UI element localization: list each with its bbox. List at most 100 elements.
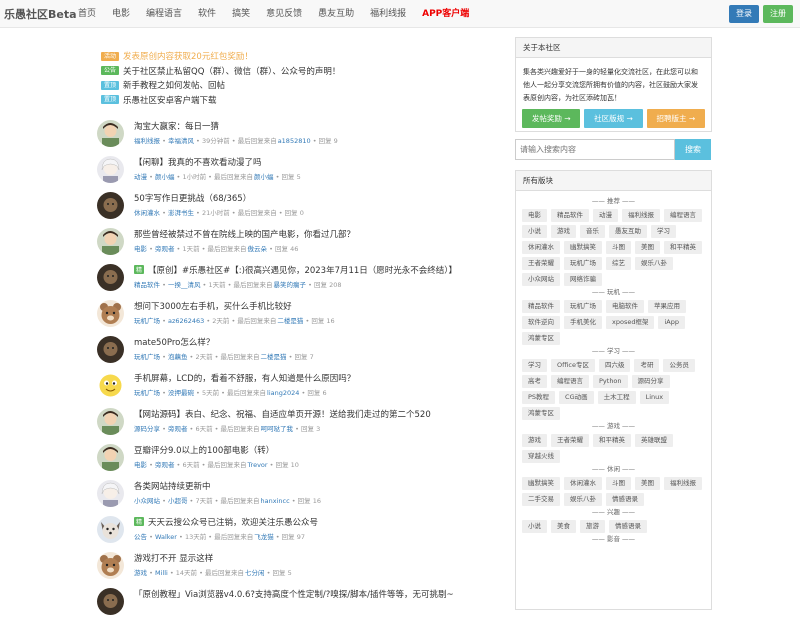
last-reply-user[interactable]: 飞龙猫 [254,533,274,541]
last-reply-user[interactable]: Trevor [248,461,268,469]
last-reply-user[interactable]: liang2024 [267,389,299,397]
user-avatar[interactable] [97,300,124,327]
board-chip[interactable]: 美图 [635,477,660,490]
board-chip[interactable]: 土木工程 [597,391,636,404]
user-avatar[interactable] [97,120,124,147]
last-reply-user[interactable]: 七分闲 [245,569,265,577]
about-button[interactable]: 招聘版主 → [646,109,705,128]
topic-author[interactable]: 一揆__清风 [168,281,201,289]
topic-board[interactable]: 玩机广场 [134,317,160,325]
board-chip[interactable]: 综艺 [606,257,631,270]
nav-link-funny[interactable]: 搞笑 [232,0,250,28]
last-reply-user[interactable]: hanxincc [261,497,290,505]
board-chip[interactable]: 苹果应用 [648,300,686,313]
board-chip[interactable]: 娱乐八卦 [635,257,673,270]
topic-author[interactable]: 小超哥 [168,497,188,505]
board-chip[interactable]: 游戏 [551,225,576,238]
board-chip[interactable]: 考研 [634,359,660,372]
topic-board[interactable]: 电影 [134,461,147,469]
board-chip[interactable]: 源码分享 [631,375,670,388]
board-chip[interactable]: 情感语录 [606,493,644,506]
board-chip[interactable]: 编程语言 [664,209,702,222]
user-avatar[interactable] [97,156,124,183]
register-button[interactable]: 注册 [763,5,793,23]
board-chip[interactable]: 小说 [522,520,547,533]
search-button[interactable]: 搜索 [675,139,711,160]
last-reply-user[interactable]: 颜小蝠 [254,173,274,181]
topic-title[interactable]: 那些曾经被禁过不曾在院线上映的国产电影，你看过几部？ [134,230,355,240]
board-chip[interactable]: 电脑软件 [606,300,644,313]
topic-title[interactable]: 「原创教程」Via浏览器v4.0.6?支持高度个性定制/?嗅探/脚本/插件等等，… [134,590,454,600]
board-chip[interactable]: 精品软件 [522,300,560,313]
nav-link-welfare[interactable]: 福利线报 [370,0,406,28]
board-chip[interactable]: 软件逆向 [522,316,560,329]
topic-board[interactable]: 福利线报 [134,137,160,145]
topic-author[interactable]: 幸福清风 [168,137,194,145]
topic-author[interactable]: 旁观者 [168,425,188,433]
board-chip[interactable]: 福利线报 [622,209,660,222]
topic-author[interactable]: Milli [155,569,168,577]
board-chip[interactable]: 斗图 [606,477,631,490]
board-chip[interactable]: 鸿蒙专区 [522,407,560,420]
last-reply-user[interactable]: 二楼是猫 [261,353,287,361]
board-chip[interactable]: 学习 [651,225,676,238]
nav-link-home[interactable]: 首页 [78,0,96,28]
topic-title[interactable]: mate50Pro怎么样？ [134,338,214,348]
board-chip[interactable]: 情感语录 [609,520,647,533]
topic-board[interactable]: 游戏 [134,569,147,577]
nav-link-movie[interactable]: 电影 [112,0,130,28]
nav-link-software[interactable]: 软件 [198,0,216,28]
notice-item[interactable]: 活动 发表原创内容获取20元红包奖励！ [101,49,481,64]
board-chip[interactable]: 小说 [522,225,547,238]
board-chip[interactable]: 休闲灌水 [522,241,560,254]
board-chip[interactable]: 休闲灌水 [564,477,602,490]
board-chip[interactable]: 音乐 [580,225,605,238]
topic-title[interactable]: 50字写作日更挑战（68/365） [134,194,251,204]
about-button[interactable]: 社区版规 → [584,109,643,128]
notice-item[interactable]: 公告 关于社区禁止私留QQ（群）、微信（群）、公众号的声明！ [101,64,481,79]
topic-title[interactable]: 淘宝大赢家：每日一猜 [134,122,219,132]
about-button[interactable]: 发帖奖励 → [522,109,581,128]
topic-title[interactable]: 天天云搜公众号已注销，欢迎关注乐愚公众号 [148,518,318,528]
board-chip[interactable]: 王者荣耀 [551,434,589,447]
board-chip[interactable]: 玩机广场 [564,300,602,313]
topic-title[interactable]: 各类网站持续更新中 [134,482,211,492]
nav-link-programming[interactable]: 编程语言 [146,0,182,28]
nav-link-feedback[interactable]: 意见反馈 [266,0,302,28]
user-avatar[interactable] [97,480,124,507]
user-avatar[interactable] [97,192,124,219]
board-chip[interactable]: 网络诈骗 [564,273,602,286]
user-avatar[interactable] [97,408,124,435]
board-chip[interactable]: 二手交易 [522,493,560,506]
topic-board[interactable]: 电影 [134,245,147,253]
topic-board[interactable]: 小众网站 [134,497,160,505]
topic-title[interactable]: 豆瓣评分9.0以上的100部电影（转） [134,446,274,456]
user-avatar[interactable] [97,516,124,543]
board-chip[interactable]: Python [593,375,628,388]
notice-item[interactable]: 置顶 乐愚社区安卓客户端下载 [101,93,481,108]
board-chip[interactable]: 电影 [522,209,547,222]
board-chip[interactable]: 美图 [635,241,660,254]
topic-title[interactable]: 【原创】#乐愚社区#【:)很高兴遇见你，2023年7月11日（愿时光永不会终结）… [148,266,457,276]
topic-title[interactable]: 游戏打不开 显示这样 [134,554,213,564]
user-avatar[interactable] [97,552,124,579]
topic-board[interactable]: 动漫 [134,173,147,181]
board-chip[interactable]: 王者荣耀 [522,257,560,270]
user-avatar[interactable] [97,264,124,291]
board-chip[interactable]: 鸿蒙专区 [522,332,560,345]
board-chip[interactable]: 美食 [551,520,576,533]
board-chip[interactable]: 编程语言 [551,375,589,388]
nav-link-mutual-help[interactable]: 愚友互助 [318,0,354,28]
board-chip[interactable]: 公务员 [663,359,695,372]
board-chip[interactable]: 幽默搞笑 [522,477,560,490]
board-chip[interactable]: 和平精英 [664,241,702,254]
last-reply-user[interactable]: 暴笑的瘸子 [274,281,307,289]
board-chip[interactable]: 旅游 [580,520,605,533]
topic-author[interactable]: 澎湃书生 [168,209,194,217]
notice-link[interactable]: 发表原创内容获取20元红包奖励！ [123,50,253,62]
login-button[interactable]: 登录 [729,5,759,23]
board-chip[interactable]: 手机美化 [564,316,602,329]
last-reply-user[interactable]: 呵呵哒了我 [261,425,294,433]
board-chip[interactable]: 玩机广场 [564,257,602,270]
board-chip[interactable]: Office专区 [551,359,595,372]
